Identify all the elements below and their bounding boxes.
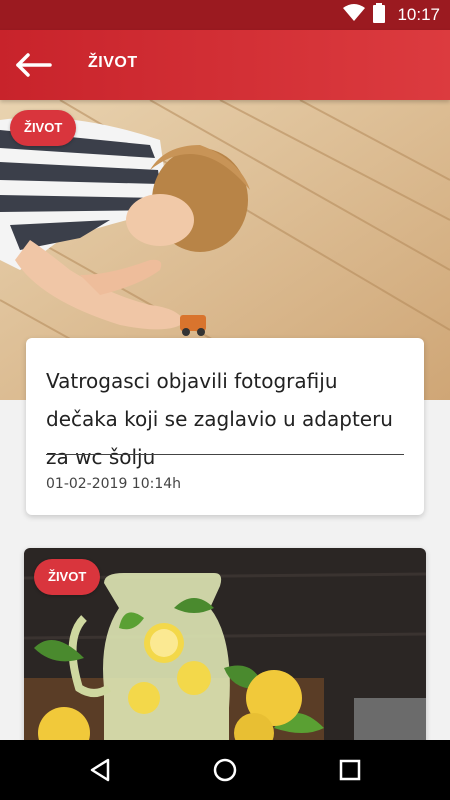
divider [46, 454, 404, 455]
status-bar: 10:17 [0, 0, 450, 30]
nav-recents-button[interactable] [334, 754, 366, 786]
status-time: 10:17 [397, 5, 440, 24]
back-triangle-icon [84, 758, 116, 790]
article-date: 01-02-2019 10:14h [46, 476, 182, 492]
status-icons: 10:17 [343, 0, 440, 30]
system-nav-bar [0, 740, 450, 800]
wifi-icon [343, 4, 366, 26]
arrow-left-icon [14, 53, 54, 84]
page-title: ŽIVOT [88, 54, 138, 71]
battery-icon [373, 3, 386, 27]
category-badge[interactable]: ŽIVOT [34, 559, 101, 595]
back-button[interactable] [14, 50, 58, 80]
article-title[interactable]: Vatrogasci objavili fotografiju dečaka k… [46, 362, 406, 476]
nav-back-button[interactable] [84, 754, 116, 786]
app-bar: ŽIVOT [0, 30, 450, 100]
category-badge[interactable]: ŽIVOT [10, 110, 77, 146]
home-circle-icon [209, 758, 241, 790]
recents-square-icon [334, 759, 366, 790]
nav-home-button[interactable] [209, 754, 241, 786]
article-card[interactable]: Vatrogasci objavili fotografiju dečaka k… [26, 338, 424, 515]
